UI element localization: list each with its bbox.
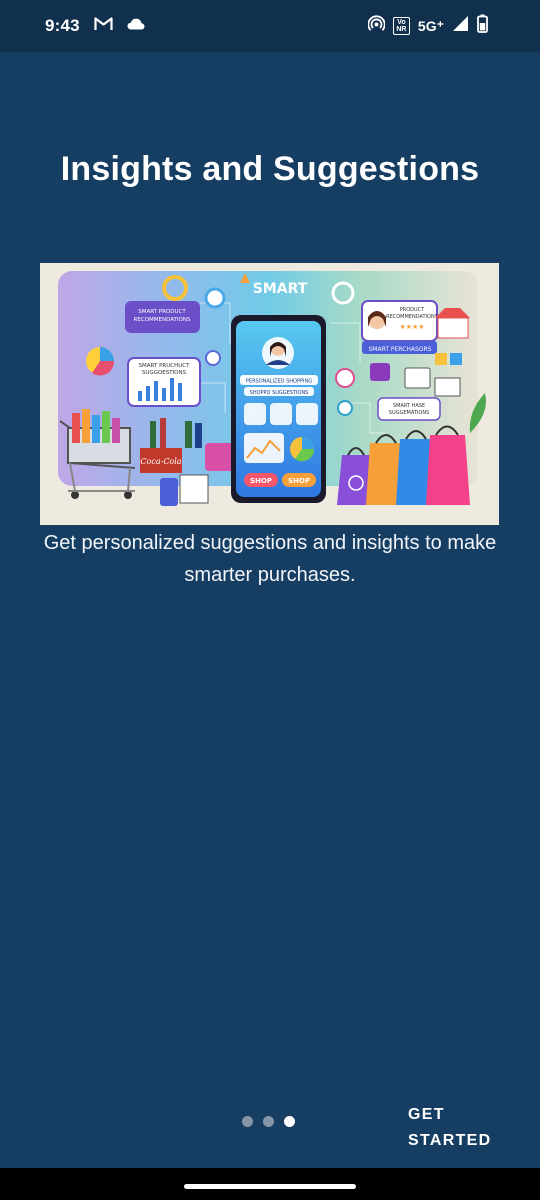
status-right: Vo NR 5G⁺	[367, 14, 488, 38]
page-title: Insights and Suggestions	[60, 150, 480, 188]
network-type: 5G⁺	[417, 17, 444, 34]
get-started-button[interactable]: GET STARTED	[408, 1102, 508, 1154]
svg-text:PERSONALIZED SHOPPING: PERSONALIZED SHOPPING	[246, 379, 312, 385]
battery-icon	[477, 14, 488, 38]
volte-badge-bottom: NR	[396, 26, 407, 33]
svg-text:SHOP: SHOP	[250, 477, 272, 485]
status-left: 9:43	[45, 16, 145, 36]
svg-text:SMART PERCHASORS: SMART PERCHASORS	[369, 346, 432, 353]
svg-text:SMART HASE: SMART HASE	[393, 403, 425, 409]
svg-text:RECOMMENDATIONS: RECOMMENDATIONS	[134, 317, 191, 323]
svg-text:SHOPPO SUGGESTIONS: SHOPPO SUGGESTIONS	[250, 390, 309, 396]
svg-text:SUGGEMATIONS: SUGGEMATIONS	[389, 410, 429, 416]
page-dot-3-active[interactable]	[284, 1116, 295, 1127]
svg-text:SHOP: SHOP	[288, 477, 310, 485]
volte-badge-top: Vo	[397, 19, 406, 26]
volte-badge: Vo NR	[392, 17, 410, 35]
svg-text:RECOMMENDATIONS: RECOMMENDATIONS	[386, 314, 438, 320]
page-dot-1[interactable]	[242, 1116, 253, 1127]
svg-text:PRODUCT: PRODUCT	[400, 307, 425, 313]
svg-text:Coca-Cola: Coca-Cola	[140, 457, 181, 466]
home-indicator[interactable]	[184, 1184, 356, 1189]
status-time: 9:43	[45, 16, 80, 35]
page-indicator	[242, 1116, 295, 1127]
gmail-icon	[94, 16, 113, 36]
svg-text:SMART PRODUCT: SMART PRODUCT	[138, 309, 186, 315]
svg-text:★★★★: ★★★★	[399, 323, 424, 331]
cloud-icon	[127, 17, 145, 35]
hotspot-icon	[367, 15, 386, 37]
hero-illustration: SMART PRODUCT RECOMMENDATIONS SMART PRUC…	[40, 263, 499, 525]
svg-text:SMART PRUCHUCT: SMART PRUCHUCT	[139, 363, 191, 369]
status-bar: 9:43 Vo NR 5G⁺	[0, 0, 540, 52]
onboarding-description: Get personalized suggestions and insight…	[43, 532, 497, 586]
svg-text:SMART: SMART	[253, 281, 308, 297]
page-dot-2[interactable]	[263, 1116, 274, 1127]
signal-icon	[452, 15, 469, 37]
svg-text:SUGGOESTIONS: SUGGOESTIONS	[142, 370, 187, 376]
